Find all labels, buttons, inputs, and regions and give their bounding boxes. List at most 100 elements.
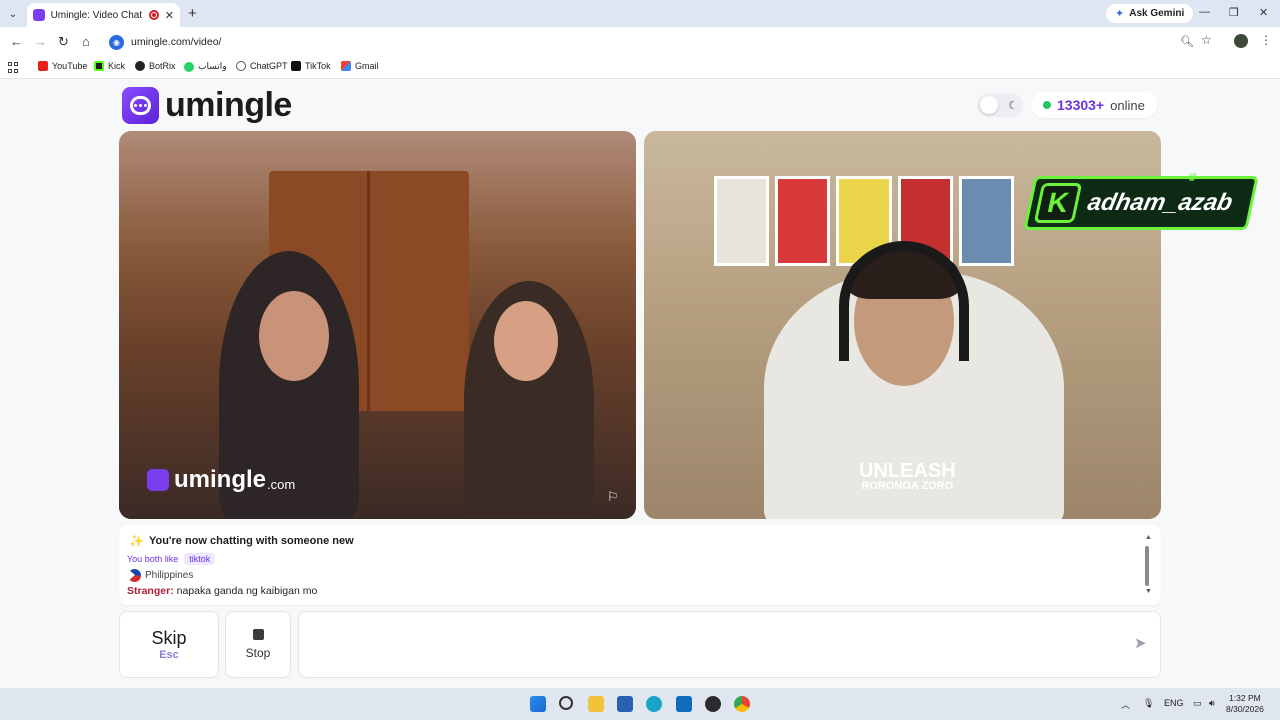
ask-gemini-label: Ask Gemini — [1129, 8, 1185, 19]
scroll-up-icon[interactable]: ▲ — [1145, 534, 1152, 541]
scroll-down-icon[interactable]: ▼ — [1145, 588, 1152, 595]
volume-icon[interactable]: 🔊︎ — [1209, 698, 1215, 709]
poster — [714, 176, 770, 266]
poster — [775, 176, 831, 266]
new-chat-text: You're now chatting with someone new — [148, 535, 354, 547]
browser-tab-active[interactable]: Umingle: Video Chat with S ✕ — [27, 3, 180, 27]
new-chat-notice: ✨ You're now chatting with someone new — [129, 534, 354, 548]
poster — [958, 176, 1015, 266]
tab-title: Umingle: Video Chat with S — [50, 9, 143, 21]
gemini-star-icon: ✦ — [1115, 8, 1125, 20]
report-flag-icon[interactable]: ⚐ — [607, 489, 619, 505]
search-icon[interactable] — [559, 696, 573, 710]
chatgpt-icon — [236, 61, 246, 71]
url-text[interactable]: umingle.com/video/ — [131, 36, 221, 48]
new-tab-button[interactable]: + — [188, 5, 197, 22]
skip-shortcut: Esc — [159, 649, 179, 661]
bookmark-botrix[interactable]: BotRix — [135, 61, 176, 71]
stranger-face-right — [494, 301, 558, 381]
clock-time: 1:32 PM — [1229, 693, 1261, 703]
bookmark-kick[interactable]: Kick — [94, 61, 125, 71]
chat-scrollbar[interactable] — [1145, 546, 1149, 586]
ask-gemini-button[interactable]: ✦ Ask Gemini — [1106, 4, 1194, 23]
both-like-label: You both like — [127, 554, 179, 564]
bookmark-label: Gmail — [355, 61, 379, 71]
streamer-overlay-badge: K adham_azab ♛ — [1023, 172, 1259, 230]
recording-icon — [149, 10, 159, 20]
forward-icon[interactable]: → — [34, 34, 47, 49]
network-icon[interactable]: ▭ — [1193, 698, 1202, 709]
bookmark-star-icon[interactable]: ☆ — [1201, 33, 1212, 47]
gmail-icon — [341, 61, 351, 71]
philippines-flag-icon — [128, 569, 141, 582]
shirt-text: UNLEASH — [859, 460, 956, 482]
minimize-icon[interactable]: — — [1199, 6, 1210, 18]
edge-icon[interactable] — [646, 696, 662, 712]
outlook-icon[interactable] — [676, 696, 692, 712]
toggle-knob — [980, 96, 998, 114]
bookmark-tiktok[interactable]: TikTok — [291, 61, 331, 71]
umingle-logo[interactable]: umingle — [122, 86, 292, 125]
common-interests: You both like tiktok — [127, 553, 216, 565]
tiktok-icon — [291, 61, 301, 71]
umingle-favicon-icon — [33, 9, 45, 21]
online-label: online — [1110, 97, 1145, 113]
back-icon[interactable]: ← — [10, 34, 23, 49]
skip-button[interactable]: Skip Esc — [119, 611, 219, 678]
theme-toggle[interactable]: ☾ — [977, 93, 1023, 117]
message-input[interactable] — [313, 634, 1113, 656]
window-close-icon[interactable]: ✕ — [1259, 6, 1268, 19]
start-icon[interactable] — [530, 696, 546, 712]
home-icon[interactable]: ⌂ — [82, 34, 90, 49]
crown-icon: ♛ — [1186, 172, 1199, 184]
language-indicator[interactable]: ENG — [1164, 698, 1184, 708]
stop-icon — [252, 629, 264, 640]
bookmark-label: TikTok — [305, 61, 331, 71]
stranger-face-left — [259, 291, 329, 381]
address-bar[interactable]: ◉ umingle.com/video/ — [104, 30, 1224, 54]
menu-icon[interactable]: ⋮ — [1260, 33, 1272, 47]
message-composer: ➤ — [298, 611, 1161, 678]
bookmark-gmail[interactable]: Gmail — [341, 61, 379, 71]
stop-button[interactable]: Stop — [225, 611, 291, 678]
send-icon[interactable]: ➤ — [1134, 634, 1147, 652]
watermark-text: umingle — [174, 466, 267, 493]
bookmark-chatgpt[interactable]: ChatGPT — [236, 61, 288, 71]
bookmark-label: BotRix — [149, 61, 176, 71]
windows-taskbar: ︿ 🎙︎ ENG ▭ 🔊︎ 1:32 PM 8/30/2026 — [0, 688, 1280, 720]
profile-avatar[interactable] — [1234, 34, 1248, 48]
microphone-icon[interactable]: 🎙︎ — [1143, 698, 1154, 709]
restore-icon[interactable]: ❐ — [1229, 6, 1239, 19]
bookmark-label: Kick — [108, 61, 126, 71]
tab-search-icon[interactable]: ⌄ — [4, 5, 22, 23]
clock-date: 8/30/2026 — [1226, 704, 1264, 715]
zoom-icon[interactable]: 🔍︎ — [1180, 35, 1194, 48]
chat-message: Stranger: napaka ganda ng kaibigan mo — [127, 585, 317, 597]
file-explorer-icon[interactable] — [588, 696, 604, 712]
apps-grid-icon[interactable] — [8, 62, 19, 73]
obs-icon[interactable] — [705, 696, 721, 712]
kick-logo-icon: K — [1033, 183, 1083, 223]
kick-icon — [94, 61, 104, 71]
reload-icon[interactable]: ↻ — [58, 34, 69, 50]
wall-posters — [714, 176, 1015, 266]
store-icon[interactable] — [617, 696, 633, 712]
interest-tag: tiktok — [184, 553, 216, 565]
system-clock[interactable]: 1:32 PM 8/30/2026 — [1226, 693, 1264, 715]
bookmark-whatsapp[interactable]: واتساب — [184, 61, 227, 72]
chrome-icon[interactable] — [734, 696, 750, 712]
whatsapp-icon — [184, 61, 194, 72]
bookmark-youtube[interactable]: YouTube — [38, 61, 87, 71]
bookmark-label: YouTube — [52, 61, 88, 71]
watermark-domain: .com — [267, 476, 296, 492]
stranger-country: Philippines — [128, 569, 193, 582]
bookmark-label: واتساب — [198, 61, 227, 71]
chat-bubble-icon — [122, 87, 159, 124]
umingle-page: umingle ☾ 13303+ online umingle .com ⚐ U… — [0, 80, 1280, 687]
stranger-label: Stranger: — [127, 585, 174, 597]
site-info-icon[interactable]: ◉ — [109, 34, 124, 50]
tray-chevron-icon[interactable]: ︿ — [1121, 698, 1130, 711]
watermark-logo-icon — [147, 469, 169, 491]
close-icon[interactable]: ✕ — [165, 9, 174, 22]
bookmark-label: ChatGPT — [250, 61, 288, 71]
